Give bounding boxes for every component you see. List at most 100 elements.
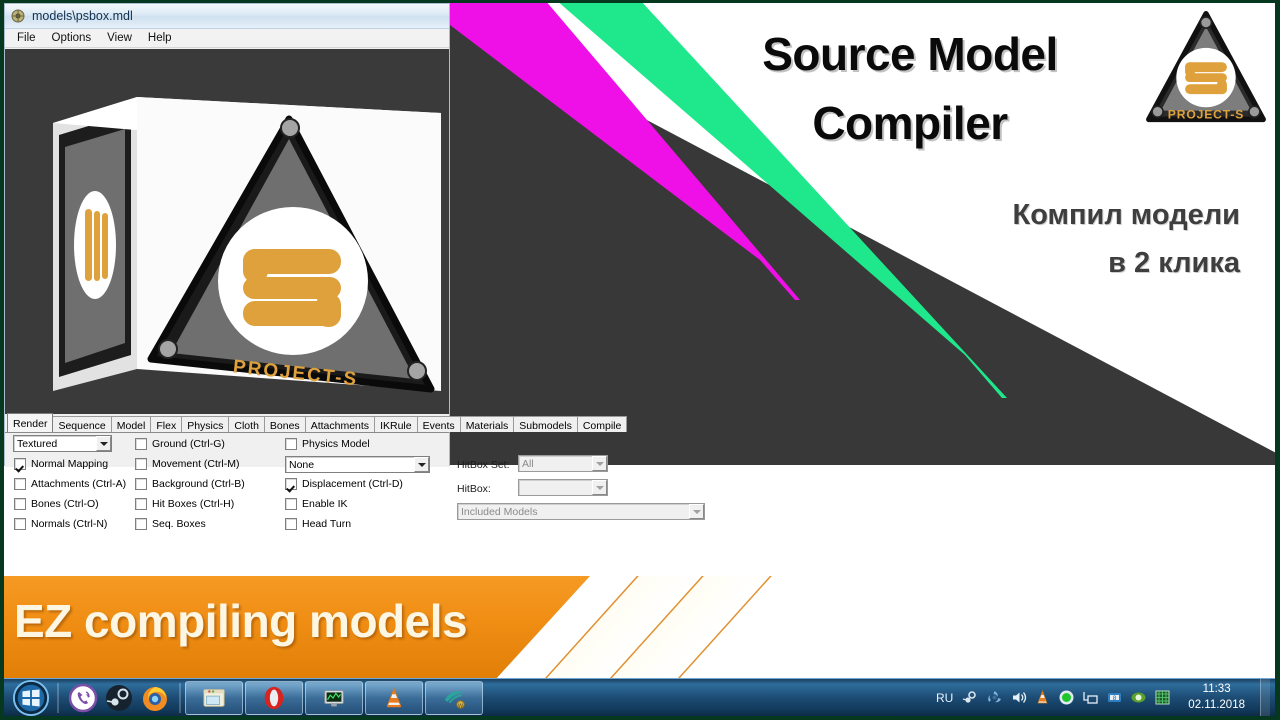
steam-icon[interactable] bbox=[104, 683, 134, 713]
window-titlebar[interactable]: models\psbox.mdl bbox=[5, 4, 449, 29]
checkbox-box bbox=[14, 478, 26, 490]
tab-ikrule[interactable]: IKRule bbox=[374, 416, 418, 432]
tab-model[interactable]: Model bbox=[110, 416, 152, 432]
volume-tray-icon[interactable] bbox=[1010, 689, 1027, 706]
viber-icon[interactable] bbox=[68, 683, 98, 713]
checkbox-normal-mapping[interactable]: Normal Mapping bbox=[14, 458, 108, 470]
checkbox-head-turn[interactable]: Head Turn bbox=[285, 518, 351, 530]
overlay-title: Source Model Compiler bbox=[700, 20, 1120, 158]
quick-launch-area bbox=[62, 683, 176, 713]
checkbox-label: Background (Ctrl-B) bbox=[152, 478, 245, 490]
chevron-down-icon bbox=[96, 436, 111, 451]
checkbox-enable-ik[interactable]: Enable IK bbox=[285, 498, 348, 510]
clock-date: 02.11.2018 bbox=[1188, 698, 1245, 711]
taskbar-monitor[interactable] bbox=[305, 680, 363, 715]
checkbox-label: Enable IK bbox=[302, 498, 348, 510]
show-desktop-button[interactable] bbox=[1260, 678, 1270, 717]
tab-physics[interactable]: Physics bbox=[181, 416, 230, 432]
window-title: models\psbox.mdl bbox=[32, 9, 133, 23]
menu-item-view[interactable]: View bbox=[101, 31, 140, 46]
hitbox-set-combo[interactable]: All bbox=[518, 455, 608, 472]
checkbox-box bbox=[14, 458, 26, 470]
chevron-down-icon bbox=[592, 480, 607, 495]
ez-compiling-banner: EZ compiling models bbox=[0, 576, 772, 680]
checkbox-attachments[interactable]: Attachments (Ctrl-A) bbox=[14, 478, 126, 490]
tab-bones[interactable]: Bones bbox=[263, 416, 306, 432]
checkbox-box bbox=[14, 498, 26, 510]
checkbox-label: Head Turn bbox=[302, 518, 352, 530]
checkbox-physics-model[interactable]: Physics Model bbox=[285, 438, 370, 450]
tab-sequence[interactable]: Sequence bbox=[52, 416, 112, 432]
checkbox-label: Bones (Ctrl-O) bbox=[31, 498, 99, 510]
taskbar-vlc[interactable] bbox=[365, 680, 423, 715]
checkbox-movement[interactable]: Movement (Ctrl-M) bbox=[135, 458, 240, 470]
taskbar-explorer[interactable] bbox=[185, 680, 243, 715]
included-models-combo[interactable]: Included Models bbox=[457, 503, 705, 520]
tray-language[interactable]: RU bbox=[936, 691, 953, 705]
tab-flex[interactable]: Flex bbox=[150, 416, 183, 432]
tab-attachments[interactable]: Attachments bbox=[304, 416, 376, 432]
chevron-down-icon bbox=[689, 504, 704, 519]
window-menubar: File Options View Help bbox=[5, 29, 449, 48]
vlc-tray-icon[interactable] bbox=[1034, 689, 1051, 706]
chevron-down-icon bbox=[414, 457, 429, 472]
render-mode-value: Textured bbox=[17, 437, 58, 450]
tab-events[interactable]: Events bbox=[416, 416, 461, 432]
checkbox-label: Physics Model bbox=[302, 438, 370, 450]
screen-root: Source Model Compiler Компил модели в 2 … bbox=[0, 0, 1280, 720]
render-mode-combo[interactable]: Textured bbox=[13, 435, 112, 452]
model-viewport[interactable]: PROJECT-S bbox=[5, 49, 449, 414]
taskbar-separator bbox=[57, 682, 59, 713]
tab-strip: Render Sequence Model Flex Physics Cloth… bbox=[5, 413, 628, 433]
record-tray-icon[interactable] bbox=[1058, 689, 1075, 706]
tab-compile[interactable]: Compile bbox=[576, 416, 628, 432]
taskbar-crowbar[interactable]: W bbox=[425, 680, 483, 715]
taskbar-separator bbox=[179, 682, 181, 713]
nvidia-tray-icon[interactable] bbox=[1130, 689, 1147, 706]
checkbox-box bbox=[135, 478, 147, 490]
clock-time: 11:33 bbox=[1202, 682, 1231, 695]
checkbox-hit-boxes[interactable]: Hit Boxes (Ctrl-H) bbox=[135, 498, 234, 510]
checkbox-displacement[interactable]: Displacement (Ctrl-D) bbox=[285, 478, 403, 490]
tab-cloth[interactable]: Cloth bbox=[228, 416, 265, 432]
model-file-icon bbox=[10, 8, 26, 24]
project-s-logo-label: PROJECT-S bbox=[1168, 107, 1244, 121]
checkbox-seq-boxes[interactable]: Seq. Boxes bbox=[135, 518, 206, 530]
tab-submodels[interactable]: Submodels bbox=[513, 416, 578, 432]
taskbar-clock[interactable]: 11:33 02.11.2018 bbox=[1178, 682, 1253, 713]
menu-item-options[interactable]: Options bbox=[46, 31, 100, 46]
hitbox-label: HitBox: bbox=[457, 483, 491, 495]
firefox-icon[interactable] bbox=[140, 683, 170, 713]
tab-materials[interactable]: Materials bbox=[459, 416, 515, 432]
tab-render[interactable]: Render bbox=[7, 413, 54, 432]
checkbox-label: Normals (Ctrl-N) bbox=[31, 518, 108, 530]
checkbox-label: Attachments (Ctrl-A) bbox=[31, 478, 127, 490]
banner-text: EZ compiling models bbox=[14, 595, 468, 647]
checkbox-label: Ground (Ctrl-G) bbox=[152, 438, 225, 450]
hitbox-combo[interactable] bbox=[518, 479, 608, 496]
checkbox-box bbox=[135, 458, 147, 470]
checkbox-label: Normal Mapping bbox=[31, 458, 109, 470]
teamviewer-tray-icon[interactable]: 8 bbox=[1106, 689, 1123, 706]
physics-mode-combo[interactable]: None bbox=[285, 456, 430, 473]
checkbox-box bbox=[285, 438, 297, 450]
checkbox-bones[interactable]: Bones (Ctrl-O) bbox=[14, 498, 99, 510]
amd-tray-icon[interactable] bbox=[986, 689, 1003, 706]
checkbox-normals[interactable]: Normals (Ctrl-N) bbox=[14, 518, 107, 530]
checkbox-ground[interactable]: Ground (Ctrl-G) bbox=[135, 438, 225, 450]
checkbox-background[interactable]: Background (Ctrl-B) bbox=[135, 478, 245, 490]
hitbox-set-value: All bbox=[522, 457, 534, 470]
checkbox-box bbox=[285, 498, 297, 510]
menu-item-file[interactable]: File bbox=[11, 31, 44, 46]
network-tray-icon[interactable] bbox=[1082, 689, 1099, 706]
svg-text:W: W bbox=[458, 703, 464, 709]
checkbox-box bbox=[285, 518, 297, 530]
menu-item-help[interactable]: Help bbox=[142, 31, 180, 46]
start-button[interactable] bbox=[8, 679, 54, 716]
overlay-subtitle-line2: в 2 клика bbox=[1108, 246, 1240, 279]
taskbar-opera[interactable] bbox=[245, 680, 303, 715]
steam-tray-icon[interactable] bbox=[962, 689, 979, 706]
grid-tray-icon[interactable] bbox=[1154, 689, 1171, 706]
overlay-subtitle: Компил модели в 2 клика bbox=[860, 192, 1241, 288]
checkbox-box bbox=[135, 498, 147, 510]
